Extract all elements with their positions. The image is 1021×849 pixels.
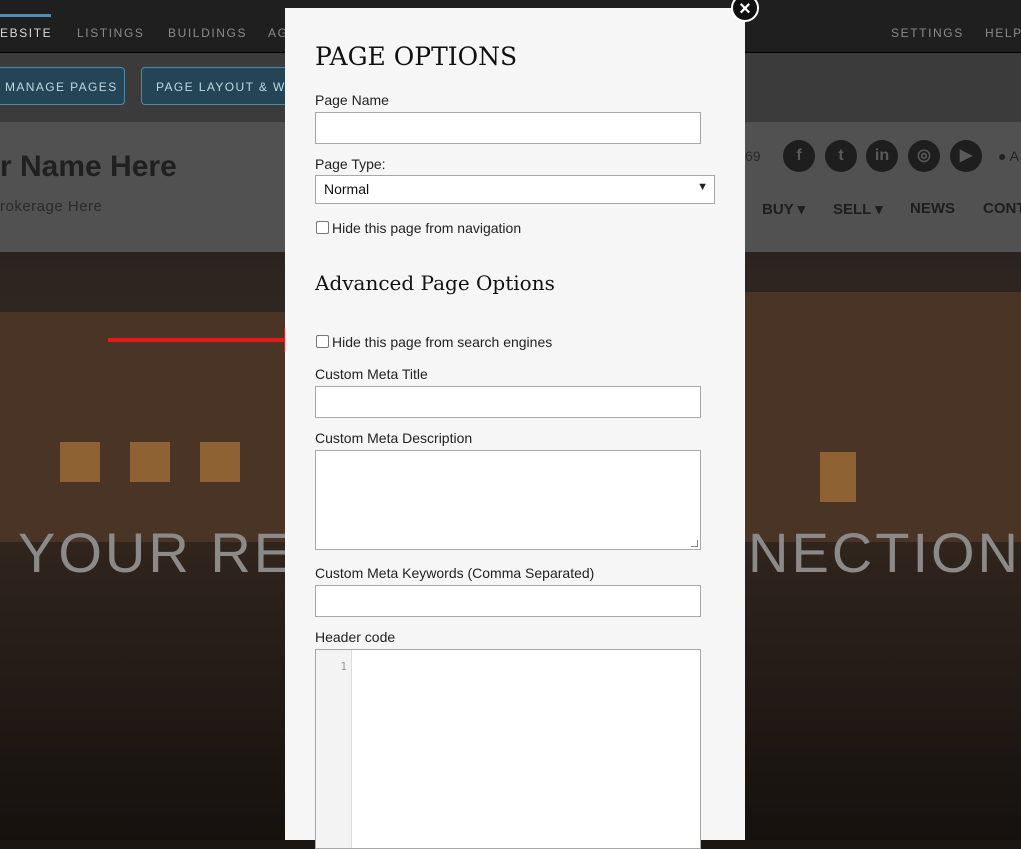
meta-description-textarea[interactable] [315,450,701,550]
nav-buy-label: BUY [762,201,794,218]
lodge-building-left [0,312,290,542]
page-layout-button[interactable]: PAGE LAYOUT & WI [141,67,291,105]
lit-window [200,442,240,482]
nav-sell-label: SELL [833,201,872,218]
chevron-down-icon: ▾ [797,201,806,218]
chevron-down-icon: ▼ [697,181,708,193]
hide-search-engines-label[interactable]: Hide this page from search engines [332,334,552,350]
topnav-help[interactable]: HELP [985,26,1021,40]
line-number-gutter: 1 [316,650,352,848]
hide-navigation-label[interactable]: Hide this page from navigation [332,220,521,236]
page-name-label: Page Name [315,92,389,108]
nav-news[interactable]: NEWS [910,200,955,217]
topnav-listings[interactable]: LISTINGS [77,26,144,40]
chevron-down-icon: ▾ [875,201,883,218]
hero-headline-left: YOUR RE [18,521,295,584]
meta-keywords-label: Custom Meta Keywords (Comma Separated) [315,565,595,581]
brokerage-name: rokerage Here [0,198,103,215]
meta-description-label: Custom Meta Description [315,430,473,446]
meta-keywords-input[interactable] [315,585,701,617]
facebook-icon[interactable]: f [783,140,815,172]
modal-title: PAGE OPTIONS [315,42,518,71]
manage-pages-button[interactable]: MANAGE PAGES [0,67,125,105]
instagram-icon[interactable]: ◎ [908,140,940,172]
page-type-select[interactable]: Normal ▼ [315,175,715,204]
account-label: A [1009,148,1019,164]
hide-search-engines-checkbox[interactable] [316,335,329,348]
nav-buy[interactable]: BUY ▾ [762,200,805,218]
account-link[interactable]: ● A [998,148,1019,164]
lit-window [130,442,170,482]
meta-title-label: Custom Meta Title [315,366,428,382]
topnav-website[interactable]: EBSITE [0,26,52,40]
youtube-icon[interactable]: ▶ [950,140,982,172]
resize-handle-icon[interactable] [691,540,698,547]
advanced-options-heading: Advanced Page Options [315,271,555,295]
header-code-label: Header code [315,629,396,645]
active-tab-indicator [0,14,51,17]
nav-sell[interactable]: SELL ▾ [833,200,883,218]
manage-pages-label: MANAGE PAGES [5,80,118,94]
lit-window [820,452,856,502]
linkedin-icon[interactable]: in [866,140,898,172]
header-code-editor[interactable]: 1 [315,649,701,849]
lodge-building-right [745,292,1021,542]
nav-contact[interactable]: CONT [983,200,1021,217]
agent-name: r Name Here [0,150,177,183]
page-type-value: Normal [324,181,370,197]
line-number: 1 [340,660,347,673]
page-name-input[interactable] [315,112,701,144]
page-type-label: Page Type: [315,156,386,172]
hide-navigation-checkbox[interactable] [316,221,329,234]
lit-window [60,442,100,482]
meta-title-input[interactable] [315,386,701,418]
user-icon: ● [998,148,1007,164]
page-options-modal: PAGE OPTIONS Page Name Page Type: Normal… [285,8,745,849]
topnav-settings[interactable]: SETTINGS [891,26,964,40]
phone-number[interactable]: 69 [745,148,761,164]
page-layout-label: PAGE LAYOUT & WI [156,80,291,94]
hero-headline-right: NECTION [748,521,1021,584]
annotation-arrow-shaft [108,338,288,342]
topnav-buildings[interactable]: BUILDINGS [168,26,247,40]
twitter-icon[interactable]: t [825,140,857,172]
